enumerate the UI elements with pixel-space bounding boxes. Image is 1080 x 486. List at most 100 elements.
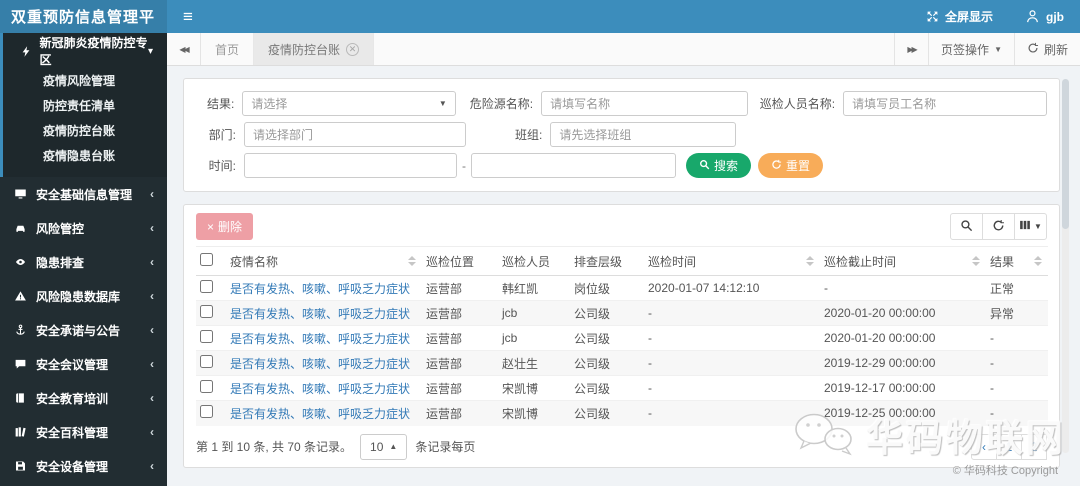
select-all-checkbox[interactable] [200,253,213,266]
caret-down-icon: ▼ [994,44,1002,54]
tab-operations-dropdown[interactable]: 页签操作 ▼ [928,33,1014,65]
table-columns-button[interactable]: ▼ [1014,213,1047,240]
pagination-bar: 第 1 到 10 条, 共 70 条记录。 10 ▲ 条记录每页 ‹ 1 2 [196,433,1047,461]
refresh-icon [1027,42,1039,57]
search-icon [699,159,710,173]
result-select[interactable]: 请选择 ▼ [242,91,456,116]
column-header[interactable]: 结果 [986,246,1048,276]
pager-item[interactable]: ‹ [971,433,997,460]
chevron-left-icon: ‹ [150,187,154,201]
chevron-left-icon: ‹ [150,357,154,371]
row-checkbox[interactable] [200,405,213,419]
cell-deadline: 2019-12-17 00:00:00 [820,375,986,401]
caret-down-icon: ▼ [1034,222,1042,231]
cell-inspector: 宋凯博 [498,400,570,426]
refresh-tab-button[interactable]: 刷新 [1013,33,1080,65]
sort-icon[interactable] [408,256,418,266]
sidebar-item[interactable]: 风险隐患数据库 ‹ [0,279,167,313]
table-refresh-button[interactable] [982,213,1015,240]
top-bar: 双重预防信息管理平 ≡ 全屏显示 gjb [0,0,1080,33]
sort-icon[interactable] [972,256,982,266]
sidebar-item[interactable]: 安全教育培训 ‹ [0,381,167,415]
eye-icon [14,256,31,268]
per-page-label: 条记录每页 [415,440,476,454]
tabs-scroll-right-button[interactable]: ▶▶ [894,33,928,65]
row-checkbox[interactable] [200,280,213,293]
delete-button[interactable]: × 删除 [196,213,254,240]
table-row: 是否有发热、咳嗽、呼吸乏力症状 运营部 宋凯博 公司级 -2019-12-25 00:0… [196,400,1048,426]
column-header[interactable]: 巡检时间 [644,246,820,276]
tabs-scroll-left-button[interactable]: ◀◀ [167,33,201,65]
cell-level: 公司级 [570,375,644,401]
row-checkbox[interactable] [200,355,213,368]
sidebar-subitem[interactable]: 疫情隐患台账 [3,144,167,169]
cell-result: - [986,400,1048,426]
time-end-input[interactable] [471,153,676,178]
epidemic-name-link[interactable]: 是否有发热、咳嗽、呼吸乏力症状 [230,307,410,321]
sidebar-item[interactable]: 安全承诺与公告 ‹ [0,313,167,347]
sidebar-item-epidemic-zone[interactable]: 新冠肺炎疫情防控专区 ▾ [3,33,167,69]
tab-epidemic-ledger[interactable]: 疫情防控台账 ✕ [254,33,375,65]
pager-item[interactable]: 2 [1021,433,1047,460]
sidebar-subitem[interactable]: 疫情风险管理 [3,69,167,94]
tab-close-icon[interactable]: ✕ [346,42,360,56]
department-input[interactable] [244,122,466,147]
column-header[interactable]: 巡检截止时间 [820,246,986,276]
inspector-name-input[interactable] [843,91,1047,116]
department-filter-label: 部门: [208,128,236,142]
epidemic-name-link[interactable]: 是否有发热、咳嗽、呼吸乏力症状 [230,282,410,296]
team-input[interactable] [550,122,737,147]
scrollbar-thumb[interactable] [1062,79,1069,229]
sidebar-item[interactable]: 风险管控 ‹ [0,211,167,245]
row-checkbox[interactable] [200,305,213,318]
double-arrow-left-icon: ◀◀ [179,44,189,54]
refresh-icon [992,219,1005,235]
sort-icon[interactable] [1034,256,1044,266]
sidebar-subitem[interactable]: 疫情防控台账 [3,119,167,144]
sidebar-item[interactable]: 安全设备管理 ‹ [0,449,167,483]
cell-inspector: jcb [498,300,570,326]
fullscreen-button[interactable]: 全屏显示 [910,0,1009,33]
row-checkbox[interactable] [200,380,213,393]
column-header[interactable]: 疫情名称 [226,246,422,276]
delete-x-icon: × [207,219,215,234]
tab-bar: ◀◀ 首页 疫情防控台账 ✕ ▶▶ 页签操作 ▼ 刷新 [167,33,1080,66]
epidemic-name-link[interactable]: 是否有发热、咳嗽、呼吸乏力症状 [230,382,410,396]
cell-time: - [644,375,820,401]
filter-panel: 结果: 请选择 ▼ 危险源名称: 巡检人员名称: 部门: 班组: [183,78,1060,192]
cell-result: 正常 [986,275,1048,301]
reset-icon [771,159,782,173]
result-filter-label: 结果: [206,97,235,111]
sidebar: 新冠肺炎疫情防控专区 ▾ 疫情风险管理 防控责任清单 疫情防控台账 疫情隐患台账 安全… [0,33,167,486]
sidebar-item[interactable]: 安全基础信息管理 ‹ [0,177,167,211]
sidebar-item[interactable]: 隐患排查 ‹ [0,245,167,279]
vertical-scrollbar[interactable] [1062,79,1069,453]
anchor-icon [14,324,31,336]
epidemic-name-link[interactable]: 是否有发热、咳嗽、呼吸乏力症状 [230,332,410,346]
pager-item[interactable]: 1 [996,433,1022,460]
epidemic-name-link[interactable]: 是否有发热、咳嗽、呼吸乏力症状 [230,407,410,421]
reset-button[interactable]: 重置 [758,153,824,178]
sidebar-menu: 安全基础信息管理 ‹ 风险管控 ‹ 隐患排查 ‹ 风险隐患数据库 ‹ 安全承诺与公告 ‹ 安全会议管… [0,177,167,483]
search-button[interactable]: 搜索 [686,153,752,178]
row-checkbox[interactable] [200,330,213,343]
table-toolbar: × 删除 ▼ [196,213,1047,240]
hazard-name-input[interactable] [541,91,748,116]
sidebar-subitem[interactable]: 防控责任清单 [3,94,167,119]
table-row: 是否有发热、咳嗽、呼吸乏力症状 运营部 jcb 公司级 -2020-01-20 00:0… [196,325,1048,351]
page-size-select[interactable]: 10 ▲ [360,433,408,460]
hazard-name-label: 危险源名称: [469,97,534,111]
bolt-icon [20,45,34,58]
caret-down-icon: ▼ [438,99,447,108]
epidemic-name-link[interactable]: 是否有发热、咳嗽、呼吸乏力症状 [230,357,410,371]
tab-home[interactable]: 首页 [201,33,255,65]
table-search-button[interactable] [950,213,983,240]
time-range-separator: - [462,158,466,173]
time-start-input[interactable] [244,153,457,178]
sidebar-item[interactable]: 安全百科管理 ‹ [0,415,167,449]
table-row: 是否有发热、咳嗽、呼吸乏力症状 运营部 赵壮生 公司级 -2019-12-29 00:0… [196,350,1048,376]
user-menu[interactable]: gjb [1009,0,1080,33]
sidebar-toggle-button[interactable]: ≡ [167,0,209,33]
sort-icon[interactable] [806,256,816,266]
sidebar-item[interactable]: 安全会议管理 ‹ [0,347,167,381]
